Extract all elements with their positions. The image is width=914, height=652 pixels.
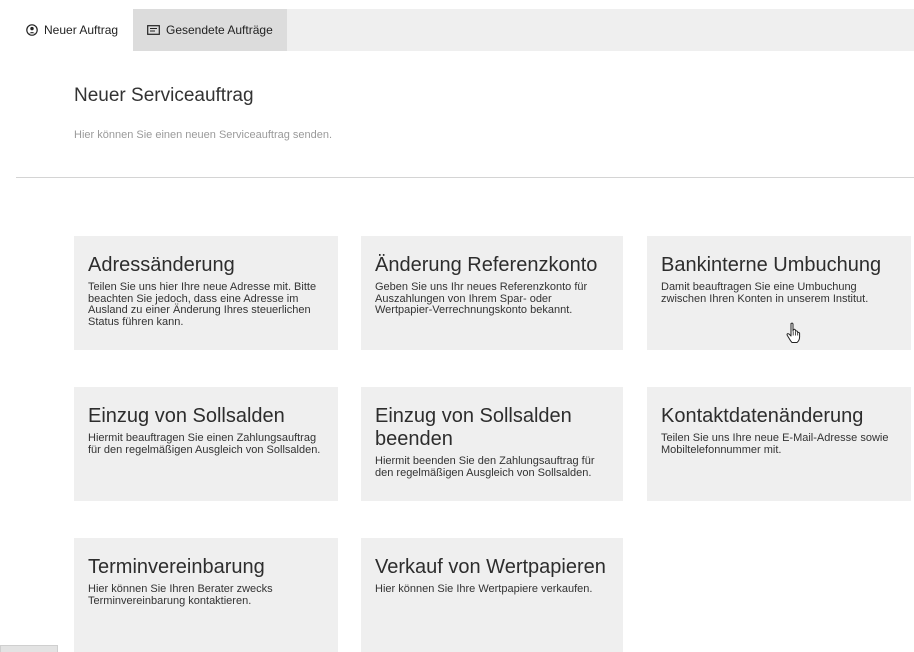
tile-title: Terminvereinbarung [88,556,265,578]
tile-description: Hier können Sie Ihren Berater zwecks Ter… [88,583,273,607]
tile-end-debit-balance-collection[interactable]: Einzug von Sollsalden beenden Hiermit be… [361,387,623,501]
tile-title: Verkauf von Wertpapieren [375,556,606,578]
tile-debit-balance-collection[interactable]: Einzug von Sollsalden Hiermit beauftrage… [74,387,338,501]
tile-title: Adressänderung [88,254,235,276]
tile-contact-data-change[interactable]: Kontaktdatenänderung Teilen Sie uns Ihre… [647,387,911,501]
page-subtitle: Hier können Sie einen neuen Serviceauftr… [74,129,333,141]
corner-tab [0,645,58,652]
tile-description: Damit beauftragen Sie eine Umbuchung zwi… [661,281,869,305]
tile-reference-account-change[interactable]: Änderung Referenzkonto Geben Sie uns Ihr… [361,236,623,350]
tile-title: Einzug von Sollsalden [88,405,285,427]
tab-sent-orders-label: Gesendete Aufträge [166,23,273,37]
tab-new-order-label: Neuer Auftrag [44,23,119,37]
tab-new-order[interactable]: Neuer Auftrag [16,9,133,51]
tile-description: Hiermit beenden Sie den Zahlungsauftrag … [375,455,595,479]
tab-sent-orders[interactable]: Gesendete Aufträge [133,9,287,51]
page-title: Neuer Serviceauftrag [74,85,254,106]
tile-address-change[interactable]: Adressänderung Teilen Sie uns hier Ihre … [74,236,338,350]
tile-description: Geben Sie uns Ihr neues Referenzkonto fü… [375,281,588,316]
tile-description: Teilen Sie uns hier Ihre neue Adresse mi… [88,281,317,328]
tile-sell-securities[interactable]: Verkauf von Wertpapieren Hier können Sie… [361,538,623,652]
tile-title: Kontaktdatenänderung [661,405,864,427]
tile-title: Bankinterne Umbuchung [661,254,882,276]
tile-appointment[interactable]: Terminvereinbarung Hier können Sie Ihren… [74,538,338,652]
hand-pointer-cursor-icon [786,322,801,343]
tile-description: Hier können Sie Ihre Wertpapiere verkauf… [375,583,593,595]
tile-description: Hiermit beauftragen Sie einen Zahlungsau… [88,432,321,456]
tile-internal-transfer[interactable]: Bankinterne Umbuchung Damit beauftragen … [647,236,911,350]
tile-description: Teilen Sie uns Ihre neue E-Mail-Adresse … [661,432,889,456]
tile-title: Einzug von Sollsalden beenden [375,405,572,450]
tile-title: Änderung Referenzkonto [375,254,598,276]
page-header: Neuer Serviceauftrag Hier können Sie ein… [16,51,914,178]
envelope-card-icon [147,25,160,35]
user-circle-icon [26,24,38,36]
